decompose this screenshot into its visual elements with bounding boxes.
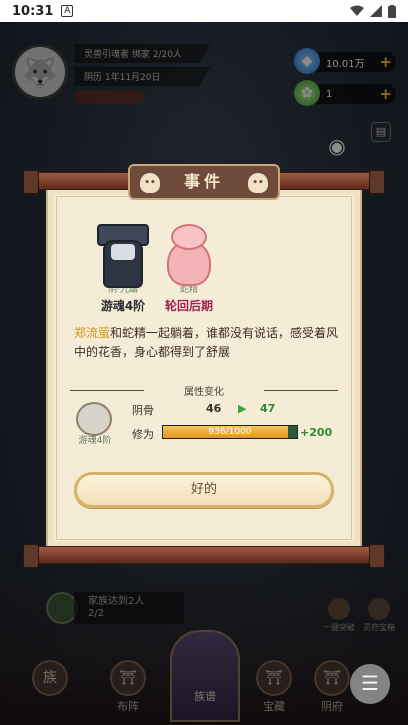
stat-new-value: 47 <box>260 402 276 415</box>
attr-divider: 属性变化 <box>70 383 338 398</box>
character-stage: 轮回后期 <box>164 299 213 313</box>
stat-old-value: 46 <box>206 402 222 415</box>
xp-progress-bar: 936/1000 <box>162 425 298 439</box>
signal-icon <box>370 5 382 17</box>
character-small-avatar <box>76 402 112 436</box>
clock: 10:31 <box>12 3 54 19</box>
xp-gain: +200 <box>300 426 333 439</box>
event-story: 郑流萤和蛇精一起躺着，谁都没有说话，感受着风中的花香，身心都得到了舒展 <box>74 324 344 362</box>
ghost-icon: •• <box>140 173 160 193</box>
menu-icon[interactable]: ☰ <box>350 664 390 704</box>
arrow-right-icon: ▶ <box>238 402 247 415</box>
attr-avatar-caption: 游魂4阶 <box>78 436 112 446</box>
ghost-icon: •• <box>248 173 268 193</box>
character-name: 郑流萤 <box>74 326 111 340</box>
dialog-title: 事件 <box>183 172 224 191</box>
notification-a-icon: A <box>61 5 74 17</box>
ghost-character-portrait <box>91 222 155 288</box>
wifi-icon <box>350 5 364 16</box>
snake-character-portrait <box>157 222 221 288</box>
battery-icon <box>388 4 396 18</box>
character-snake: 蛇精 轮回后期 <box>150 222 228 314</box>
scroll-rod-bottom <box>23 544 385 568</box>
stat-label: 阴骨 <box>132 404 154 417</box>
story-text: 和蛇精一起躺着，谁都没有说话，感受着风中的花香，身心都得到了舒展 <box>74 326 339 359</box>
ok-button[interactable]: 好的 <box>74 472 334 508</box>
xp-progress-text: 936/1000 <box>208 427 252 437</box>
dialog-title-plaque: •• 事件 •• <box>128 164 280 200</box>
status-bar: 10:31 A <box>0 0 408 22</box>
